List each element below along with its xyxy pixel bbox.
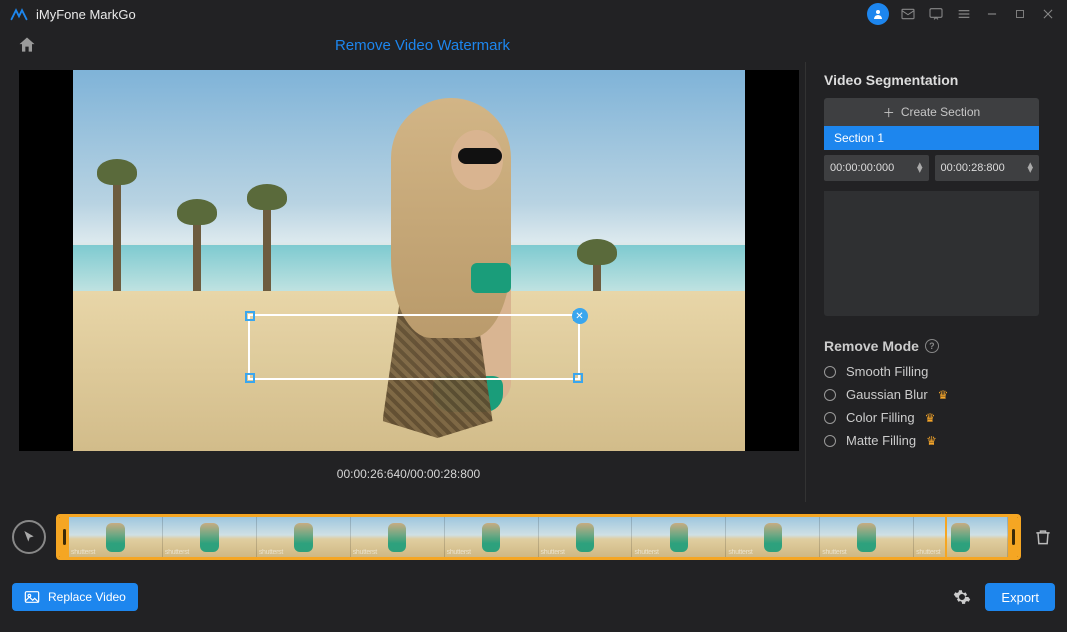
clip-thumbnail: shutterst <box>632 517 726 557</box>
clip-thumbnail: shutterst <box>69 517 163 557</box>
premium-crown-icon: ♛ <box>938 388 949 402</box>
home-button[interactable] <box>16 34 38 56</box>
section-item[interactable]: Section 1 <box>824 126 1039 150</box>
delete-clip-button[interactable] <box>1031 525 1055 549</box>
section-end-value: 00:00:28:800 <box>941 162 1005 174</box>
clip-thumbnail: shutterst <box>539 517 633 557</box>
remove-mode-label: Gaussian Blur <box>846 387 928 402</box>
right-panel: Video Segmentation ＋ Create Section Sect… <box>805 62 1057 502</box>
remove-mode-option[interactable]: Matte Filling ♛ <box>824 433 1039 448</box>
app-logo-icon <box>10 7 28 21</box>
replace-video-label: Replace Video <box>48 590 126 604</box>
timeline-cursor-button[interactable] <box>12 520 46 554</box>
feedback-icon[interactable] <box>927 5 945 23</box>
remove-mode-option[interactable]: Gaussian Blur ♛ <box>824 387 1039 402</box>
remove-mode-label: Color Filling <box>846 410 915 425</box>
header-strip: Remove Video Watermark <box>0 28 1067 62</box>
clip-thumbnail: shutterst <box>914 517 1008 557</box>
radio-icon <box>824 366 836 378</box>
app-title: iMyFone MarkGo <box>36 7 136 22</box>
segmentation-title: Video Segmentation <box>824 72 1039 88</box>
remove-mode-list: Smooth Filling Gaussian Blur ♛ Color Fil… <box>824 364 1039 448</box>
user-account-button[interactable] <box>867 3 889 25</box>
section-name: Section 1 <box>834 131 884 145</box>
minimize-button[interactable] <box>983 5 1001 23</box>
clip-thumbnail: shutterst <box>445 517 539 557</box>
export-button[interactable]: Export <box>985 583 1055 611</box>
title-bar: iMyFone MarkGo <box>0 0 1067 28</box>
resize-handle-icon[interactable] <box>245 373 255 383</box>
timeline-row: shutterst shutterst shutterst shutterst … <box>0 502 1067 572</box>
radio-icon <box>824 412 836 424</box>
video-preview[interactable]: ✕ <box>19 70 799 451</box>
close-button[interactable] <box>1039 5 1057 23</box>
remove-mode-option[interactable]: Color Filling ♛ <box>824 410 1039 425</box>
watermark-selection-box[interactable]: ✕ <box>248 314 580 380</box>
playhead[interactable] <box>945 514 947 560</box>
stepper-icon[interactable]: ▴▾ <box>917 163 923 173</box>
clip-thumbnails: shutterst shutterst shutterst shutterst … <box>69 517 1008 557</box>
settings-button[interactable] <box>951 586 973 608</box>
clip-thumbnail: shutterst <box>726 517 820 557</box>
page-title: Remove Video Watermark <box>38 37 807 54</box>
image-icon <box>24 590 40 604</box>
remove-mode-label: Smooth Filling <box>846 364 928 379</box>
resize-handle-icon[interactable] <box>245 311 255 321</box>
premium-crown-icon: ♛ <box>926 434 937 448</box>
section-start-value: 00:00:00:000 <box>830 162 894 174</box>
export-label: Export <box>1001 590 1039 605</box>
timestamp-display: 00:00:26:640/00:00:28:800 <box>337 467 480 481</box>
clip-strip[interactable]: shutterst shutterst shutterst shutterst … <box>56 514 1021 560</box>
mail-icon[interactable] <box>899 5 917 23</box>
create-section-button[interactable]: ＋ Create Section <box>824 98 1039 126</box>
remove-mode-option[interactable]: Smooth Filling <box>824 364 1039 379</box>
section-end-input[interactable]: 00:00:28:800 ▴▾ <box>935 155 1040 181</box>
selection-close-button[interactable]: ✕ <box>572 308 588 324</box>
clip-trim-start-handle[interactable] <box>59 517 69 557</box>
remove-mode-title: Remove Mode ? <box>824 338 1039 354</box>
premium-crown-icon: ♛ <box>925 411 936 425</box>
video-frame-image: ✕ <box>73 70 745 451</box>
clip-thumbnail: shutterst <box>820 517 914 557</box>
remove-mode-label: Matte Filling <box>846 433 916 448</box>
clip-thumbnail: shutterst <box>257 517 351 557</box>
clip-trim-end-handle[interactable] <box>1008 517 1018 557</box>
replace-video-button[interactable]: Replace Video <box>12 583 138 611</box>
clip-thumbnail: shutterst <box>163 517 257 557</box>
footer-bar: Replace Video Export <box>0 572 1067 622</box>
menu-icon[interactable] <box>955 5 973 23</box>
radio-icon <box>824 389 836 401</box>
clip-thumbnail: shutterst <box>351 517 445 557</box>
help-icon[interactable]: ? <box>925 339 939 353</box>
gear-icon <box>953 588 971 606</box>
section-start-input[interactable]: 00:00:00:000 ▴▾ <box>824 155 929 181</box>
plus-icon: ＋ <box>883 104 895 121</box>
create-section-label: Create Section <box>901 105 980 119</box>
stepper-icon[interactable]: ▴▾ <box>1027 163 1033 173</box>
sections-list-body <box>824 191 1039 316</box>
resize-handle-icon[interactable] <box>573 373 583 383</box>
radio-icon <box>824 435 836 447</box>
maximize-button[interactable] <box>1011 5 1029 23</box>
